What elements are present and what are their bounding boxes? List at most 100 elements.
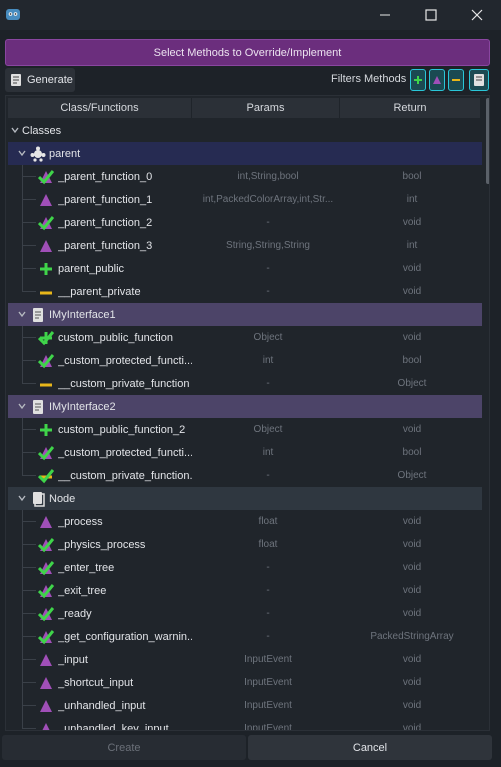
class-group-row[interactable]: IMyInterface2 (8, 395, 482, 418)
method-row[interactable]: parent_public - void (8, 257, 482, 280)
method-row[interactable]: __parent_private - void (8, 280, 482, 303)
tree-connector (22, 268, 36, 269)
method-name: _parent_function_0 (58, 170, 153, 183)
method-row[interactable]: __custom_private_function - Object (8, 372, 482, 395)
method-row[interactable]: _exit_tree - void (8, 579, 482, 602)
plus-icon (40, 424, 52, 436)
chevron-down-icon[interactable] (10, 125, 20, 135)
node-icon (33, 492, 45, 507)
tree-connector (22, 521, 36, 522)
column-header-name[interactable]: Class/Functions (8, 98, 192, 118)
tree-connector (22, 590, 36, 591)
method-params: Object (253, 332, 283, 343)
method-name: _custom_protected_functi... (58, 354, 192, 367)
method-row[interactable]: __custom_private_function... - Object (8, 464, 482, 487)
method-row[interactable]: _unhandled_key_input InputEvent void (8, 717, 482, 731)
method-params: int,PackedColorArray,int,Str... (202, 194, 334, 205)
tree-connector (22, 544, 36, 545)
minimize-button[interactable] (362, 0, 408, 30)
triangle-icon (40, 516, 52, 528)
close-button[interactable] (454, 0, 500, 30)
create-button[interactable]: Create (2, 735, 246, 760)
triangle-icon (433, 76, 441, 84)
method-row[interactable]: _shortcut_input InputEvent void (8, 671, 482, 694)
method-row[interactable]: _parent_function_2 - void (8, 211, 482, 234)
class-group-row[interactable]: Node (8, 487, 482, 510)
filter-private-toggle[interactable] (448, 69, 464, 91)
method-params: - (266, 378, 270, 389)
tree-connector (22, 452, 36, 453)
tree-connector (22, 682, 36, 683)
tree-root-classes[interactable]: Classes (8, 119, 482, 142)
triangle-icon (40, 240, 52, 252)
method-params: int (262, 355, 274, 366)
method-row[interactable]: _parent_function_0 int,String,bool bool (8, 165, 482, 188)
filter-script-toggle[interactable] (469, 69, 489, 91)
check-triangle-icon (38, 446, 54, 461)
method-name: __parent_private (58, 285, 141, 298)
chevron-down-icon[interactable] (17, 148, 27, 158)
method-return: Object (397, 470, 427, 481)
method-name: _parent_function_3 (58, 239, 153, 252)
method-params: - (266, 217, 270, 228)
column-header-params[interactable]: Params (192, 98, 340, 118)
tree-connector (22, 176, 36, 177)
method-row[interactable]: _get_configuration_warnin... - PackedStrin… (8, 625, 482, 648)
triangle-icon (42, 723, 50, 730)
tree-guide-line (22, 418, 23, 476)
check-triangle-icon (38, 170, 54, 185)
method-params: - (266, 608, 270, 619)
filter-protected-toggle[interactable] (429, 69, 445, 91)
check-triangle-icon (38, 538, 54, 553)
method-row[interactable]: _parent_function_3 String,String,String in… (8, 234, 482, 257)
class-group-row[interactable]: parent (8, 142, 482, 165)
chevron-down-icon[interactable] (17, 401, 27, 411)
method-row[interactable]: _custom_protected_functi... int bool (8, 349, 482, 372)
method-row[interactable]: _unhandled_input InputEvent void (8, 694, 482, 717)
method-return: void (402, 332, 422, 343)
scrollbar-thumb[interactable] (486, 98, 489, 184)
method-params: - (266, 263, 270, 274)
method-name: _exit_tree (58, 584, 107, 597)
dialog-title: Select Methods to Override/Implement (5, 39, 490, 66)
minus-icon (40, 383, 52, 387)
plus-icon (414, 76, 422, 84)
check-triangle-icon (38, 561, 54, 576)
method-row[interactable]: _process float void (8, 510, 482, 533)
cancel-button[interactable]: Cancel (248, 735, 492, 760)
chevron-down-icon[interactable] (17, 493, 27, 503)
column-headers: Class/Functions Params Return (8, 98, 480, 118)
check-triangle-icon (38, 607, 54, 622)
tree-connector (22, 199, 36, 200)
chevron-down-icon[interactable] (17, 309, 27, 319)
method-name: _unhandled_key_input (58, 722, 169, 731)
method-name: __custom_private_function... (58, 469, 192, 482)
scrollbar-track[interactable] (484, 98, 489, 730)
method-row[interactable]: _custom_protected_functi... int bool (8, 441, 482, 464)
tree-guide-line (22, 510, 23, 729)
column-header-return[interactable]: Return (340, 98, 480, 118)
minus-icon (40, 291, 52, 295)
method-return: void (402, 654, 422, 665)
method-row[interactable]: _enter_tree - void (8, 556, 482, 579)
filter-public-toggle[interactable] (410, 69, 426, 91)
method-row[interactable]: custom_public_function_2 Object void (8, 418, 482, 441)
method-return: void (402, 608, 422, 619)
method-row[interactable]: _parent_function_1 int,PackedColorArray,i… (8, 188, 482, 211)
method-row[interactable]: _input InputEvent void (8, 648, 482, 671)
method-params: - (266, 585, 270, 596)
triangle-icon (40, 700, 52, 712)
method-row[interactable]: custom_public_function Object void (8, 326, 482, 349)
tree-connector (22, 245, 36, 246)
maximize-icon (425, 9, 437, 21)
class-group-label: Node (49, 492, 76, 505)
maximize-button[interactable] (408, 0, 454, 30)
method-return: void (402, 723, 422, 731)
generate-button[interactable]: Generate (5, 68, 75, 92)
method-row[interactable]: _physics_process float void (8, 533, 482, 556)
method-return: void (402, 585, 422, 596)
methods-tree: Class/Functions Params Return Classes par… (5, 95, 490, 731)
method-row[interactable]: _ready - void (8, 602, 482, 625)
class-group-row[interactable]: IMyInterface1 (8, 303, 482, 326)
method-return: void (402, 700, 422, 711)
